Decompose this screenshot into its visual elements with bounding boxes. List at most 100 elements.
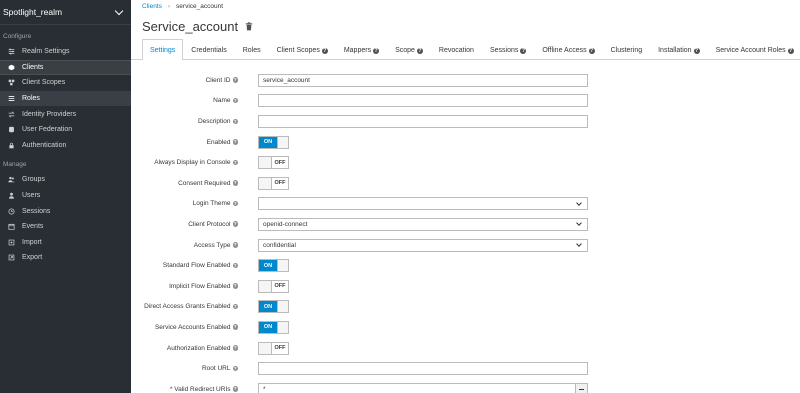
toggle-knob — [277, 321, 288, 333]
sidebar-item-realm-settings[interactable]: Realm Settings — [0, 44, 131, 60]
label-text: Login Theme — [192, 200, 231, 208]
client-id-input[interactable]: service_account — [258, 73, 588, 87]
sliders-icon — [8, 48, 15, 55]
redirect-uri-input[interactable]: * — [259, 384, 575, 393]
label-text: Service Accounts Enabled — [154, 323, 231, 331]
sidebar-item-roles[interactable]: Roles — [0, 90, 131, 107]
help-icon[interactable]: ? — [232, 324, 238, 330]
tab-service-account-roles[interactable]: Service Account Roles? — [708, 40, 800, 60]
configure-nav: Realm Settings Clients Client Scopes Rol… — [0, 44, 131, 153]
sidebar-item-identity-providers[interactable]: Identity Providers — [0, 106, 131, 122]
page-title: Service_account — [142, 19, 239, 34]
sidebar-item-sessions[interactable]: Sessions — [0, 203, 131, 219]
enabled-toggle[interactable]: ON — [258, 135, 289, 149]
tab-roles[interactable]: Roles — [235, 40, 269, 60]
direct-access-toggle[interactable]: ON — [258, 300, 289, 314]
help-icon[interactable]: ? — [232, 118, 238, 125]
chevron-down-icon — [576, 241, 582, 247]
help-icon[interactable]: ? — [232, 139, 238, 145]
trash-icon[interactable] — [245, 22, 253, 31]
consent-required-toggle[interactable]: OFF — [258, 176, 289, 190]
help-icon[interactable]: ? — [232, 180, 238, 186]
chevron-down-icon — [114, 6, 124, 15]
tab-client-scopes[interactable]: Client Scopes? — [269, 40, 336, 60]
sidebar-item-label: Sessions — [22, 207, 51, 215]
toggle-state: OFF — [272, 280, 288, 292]
realm-selector[interactable]: Spotlight_realm — [0, 0, 131, 25]
help-icon[interactable]: ? — [232, 345, 238, 351]
sidebar: Spotlight_realm Configure Realm Settings… — [0, 0, 131, 393]
help-icon[interactable]: ? — [232, 365, 238, 372]
sidebar-item-label: Realm Settings — [22, 48, 70, 56]
help-icon[interactable]: ? — [232, 303, 238, 310]
sidebar-item-client-scopes[interactable]: Client Scopes — [0, 75, 131, 91]
sidebar-item-users[interactable]: Users — [0, 188, 131, 204]
tab-revocation[interactable]: Revocation — [431, 40, 482, 60]
login-theme-select[interactable] — [258, 197, 588, 211]
access-type-label: Access Type? — [131, 242, 238, 249]
users-icon — [8, 176, 15, 183]
sidebar-item-authentication[interactable]: Authentication — [0, 138, 131, 154]
toggle-knob — [259, 177, 272, 189]
remove-uri-button[interactable] — [575, 383, 587, 393]
sidebar-item-groups[interactable]: Groups — [0, 172, 131, 188]
help-icon[interactable]: ? — [232, 386, 238, 392]
help-icon[interactable]: ? — [232, 262, 238, 269]
standard-flow-toggle[interactable]: ON — [258, 259, 289, 273]
tab-credentials[interactable]: Credentials — [183, 40, 234, 60]
lock-icon — [8, 142, 15, 149]
sidebar-item-events[interactable]: Events — [0, 219, 131, 235]
sidebar-item-export[interactable]: Export — [0, 250, 131, 266]
implicit-flow-toggle[interactable]: OFF — [258, 279, 289, 293]
access-type-select[interactable]: confidential — [258, 238, 588, 252]
sidebar-item-label: Client Scopes — [22, 79, 66, 87]
authorization-label: Authorization Enabled? — [131, 345, 238, 352]
toggle-state: ON — [259, 136, 277, 148]
name-label: Name? — [131, 97, 238, 104]
select-value: confidential — [263, 241, 296, 249]
tab-settings[interactable]: Settings — [142, 39, 184, 60]
help-icon[interactable]: ? — [232, 97, 238, 104]
form-row-enabled: Enabled? ON — [131, 132, 800, 153]
label-text: Standard Flow Enabled — [162, 262, 231, 270]
sidebar-item-import[interactable]: Import — [0, 235, 131, 251]
description-input[interactable] — [258, 114, 588, 128]
form-row-authorization: Authorization Enabled? OFF — [131, 338, 800, 359]
tab-scope[interactable]: Scope? — [387, 40, 431, 60]
enabled-label: Enabled? — [131, 139, 238, 146]
name-input[interactable] — [258, 94, 588, 108]
tab-clustering[interactable]: Clustering — [603, 40, 651, 60]
database-icon — [8, 126, 15, 133]
client-protocol-select[interactable]: openid-connect — [258, 217, 588, 231]
form-row-standard-flow: Standard Flow Enabled? ON — [131, 255, 800, 276]
help-icon: ? — [416, 47, 423, 54]
tab-mappers[interactable]: Mappers? — [336, 40, 387, 60]
sidebar-item-label: Export — [22, 254, 43, 262]
service-accounts-toggle[interactable]: ON — [258, 320, 289, 334]
help-icon[interactable]: ? — [232, 200, 238, 207]
authorization-toggle[interactable]: OFF — [258, 341, 289, 355]
tab-installation[interactable]: Installation? — [650, 40, 707, 60]
root-url-input[interactable] — [258, 362, 588, 376]
tab-offline-access[interactable]: Offline Access? — [534, 40, 602, 60]
sidebar-item-clients[interactable]: Clients — [0, 59, 131, 76]
toggle-knob — [259, 342, 272, 354]
tab-label: Service Account Roles — [715, 47, 786, 54]
always-display-label: Always Display in Console? — [131, 159, 238, 166]
breadcrumb-clients-link[interactable]: Clients — [142, 3, 162, 10]
always-display-toggle[interactable]: OFF — [258, 156, 289, 170]
toggle-state: ON — [259, 321, 277, 333]
sidebar-item-user-federation[interactable]: User Federation — [0, 122, 131, 138]
help-icon[interactable]: ? — [232, 159, 238, 166]
tab-label: Offline Access — [542, 47, 587, 54]
label-text: Description — [197, 117, 231, 125]
help-icon[interactable]: ? — [232, 283, 238, 289]
help-icon[interactable]: ? — [232, 221, 238, 227]
tab-sessions[interactable]: Sessions? — [482, 40, 534, 60]
client-settings-form: Client ID? service_account Name? Descrip… — [131, 60, 800, 393]
form-row-client-id: Client ID? service_account — [131, 70, 800, 91]
minus-icon — [579, 388, 584, 390]
help-icon[interactable]: ? — [232, 242, 238, 248]
help-icon[interactable]: ? — [232, 77, 238, 83]
label-text: Implicit Flow Enabled — [169, 282, 231, 290]
